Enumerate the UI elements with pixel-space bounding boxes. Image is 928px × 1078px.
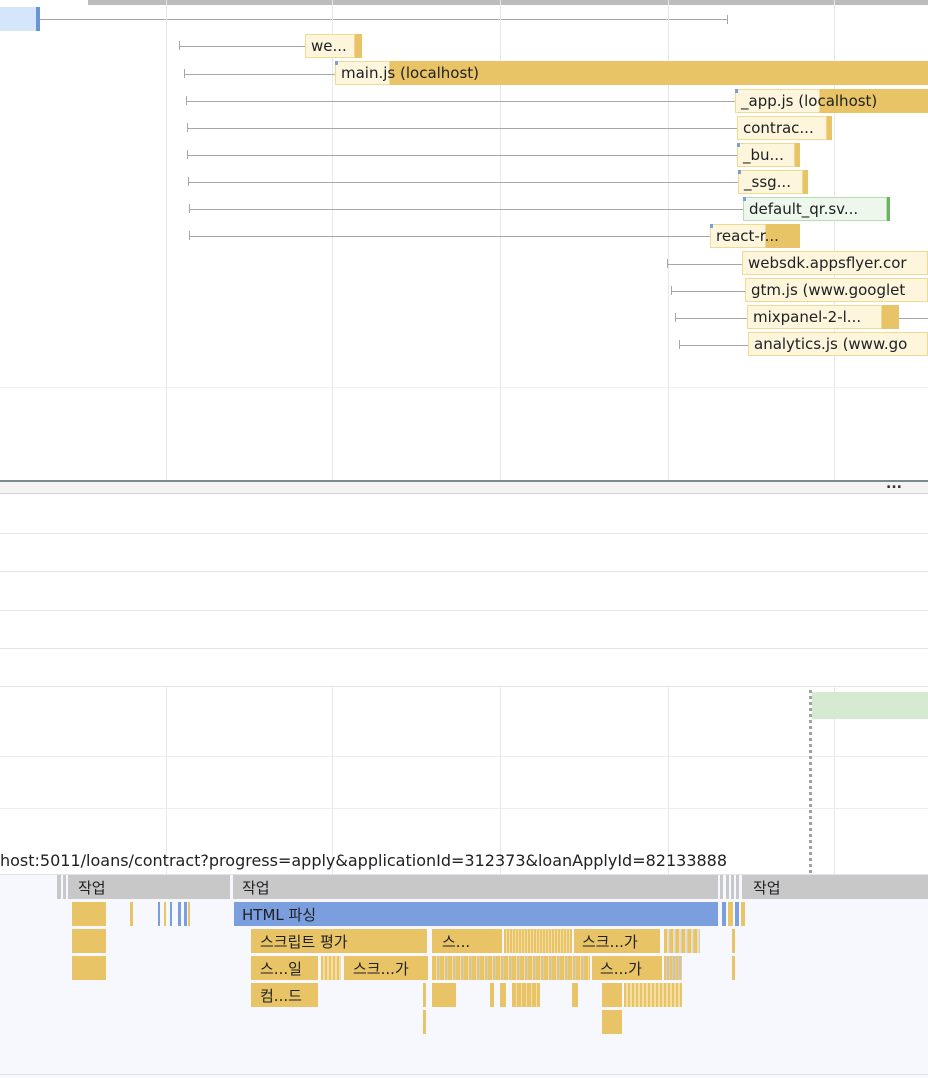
request-label: react-r... xyxy=(716,227,779,245)
top-track-bar xyxy=(88,0,928,5)
network-request-gtm[interactable]: gtm.js (www.googlet xyxy=(745,278,928,302)
script-label: 스...가 xyxy=(600,960,642,978)
frame-green-bar[interactable] xyxy=(812,692,928,719)
grid-line xyxy=(166,0,167,480)
request-label: _app.js (localhost) xyxy=(741,92,878,110)
request-label: websdk.appsflyer.cor xyxy=(748,254,907,272)
task-label: 작업 xyxy=(78,879,106,897)
more-button[interactable]: ... xyxy=(886,476,902,492)
network-request-bu[interactable]: _bu... xyxy=(737,143,800,167)
network-request-app-js[interactable]: _app.js (localhost) xyxy=(735,89,928,113)
script-label: 스...일 xyxy=(260,960,302,978)
request-label: contrac... xyxy=(743,119,814,137)
script-label: 스크...가 xyxy=(353,960,409,978)
request-label: _ssg... xyxy=(744,173,791,191)
performance-panel: we... main.js (localhost) _app.js (local… xyxy=(0,0,928,1078)
request-label: default_qr.sv... xyxy=(749,200,859,218)
main-thread-url: host:5011/loans/contract?progress=apply&… xyxy=(0,851,728,870)
request-label: mixpanel-2-l... xyxy=(753,308,862,326)
network-request-websdk[interactable]: websdk.appsflyer.cor xyxy=(742,251,928,275)
script-eval-label: 스크립트 평가 xyxy=(260,933,348,951)
network-request-react[interactable]: react-r... xyxy=(710,224,800,248)
network-request-analytics[interactable]: analytics.js (www.go xyxy=(748,332,928,356)
compile-label: 컴...드 xyxy=(260,987,302,1005)
network-request-main-js[interactable]: main.js (localhost) xyxy=(335,61,928,85)
network-request-ssg[interactable]: _ssg... xyxy=(738,170,808,194)
task-label: 작업 xyxy=(753,879,781,897)
request-label: _bu... xyxy=(743,146,784,164)
selected-request-bar[interactable] xyxy=(0,7,40,31)
network-request-mixpanel[interactable]: mixpanel-2-l... xyxy=(747,305,899,329)
network-request-default-qr[interactable]: default_qr.sv... xyxy=(743,197,890,221)
task-label: 작업 xyxy=(242,879,270,897)
script-label: 스... xyxy=(442,933,471,951)
network-request-contract[interactable]: contrac... xyxy=(737,116,832,140)
request-label: analytics.js (www.go xyxy=(754,335,908,353)
request-label: we... xyxy=(311,37,347,55)
html-parse-label: HTML 파싱 xyxy=(242,906,317,924)
request-label: main.js (localhost) xyxy=(341,64,480,82)
grid-line xyxy=(332,0,333,480)
network-request-we[interactable]: we... xyxy=(305,34,362,58)
script-label: 스크...가 xyxy=(582,933,638,951)
splitter-bg xyxy=(0,482,928,494)
request-label: gtm.js (www.googlet xyxy=(751,281,906,299)
task-bar[interactable] xyxy=(233,875,718,899)
